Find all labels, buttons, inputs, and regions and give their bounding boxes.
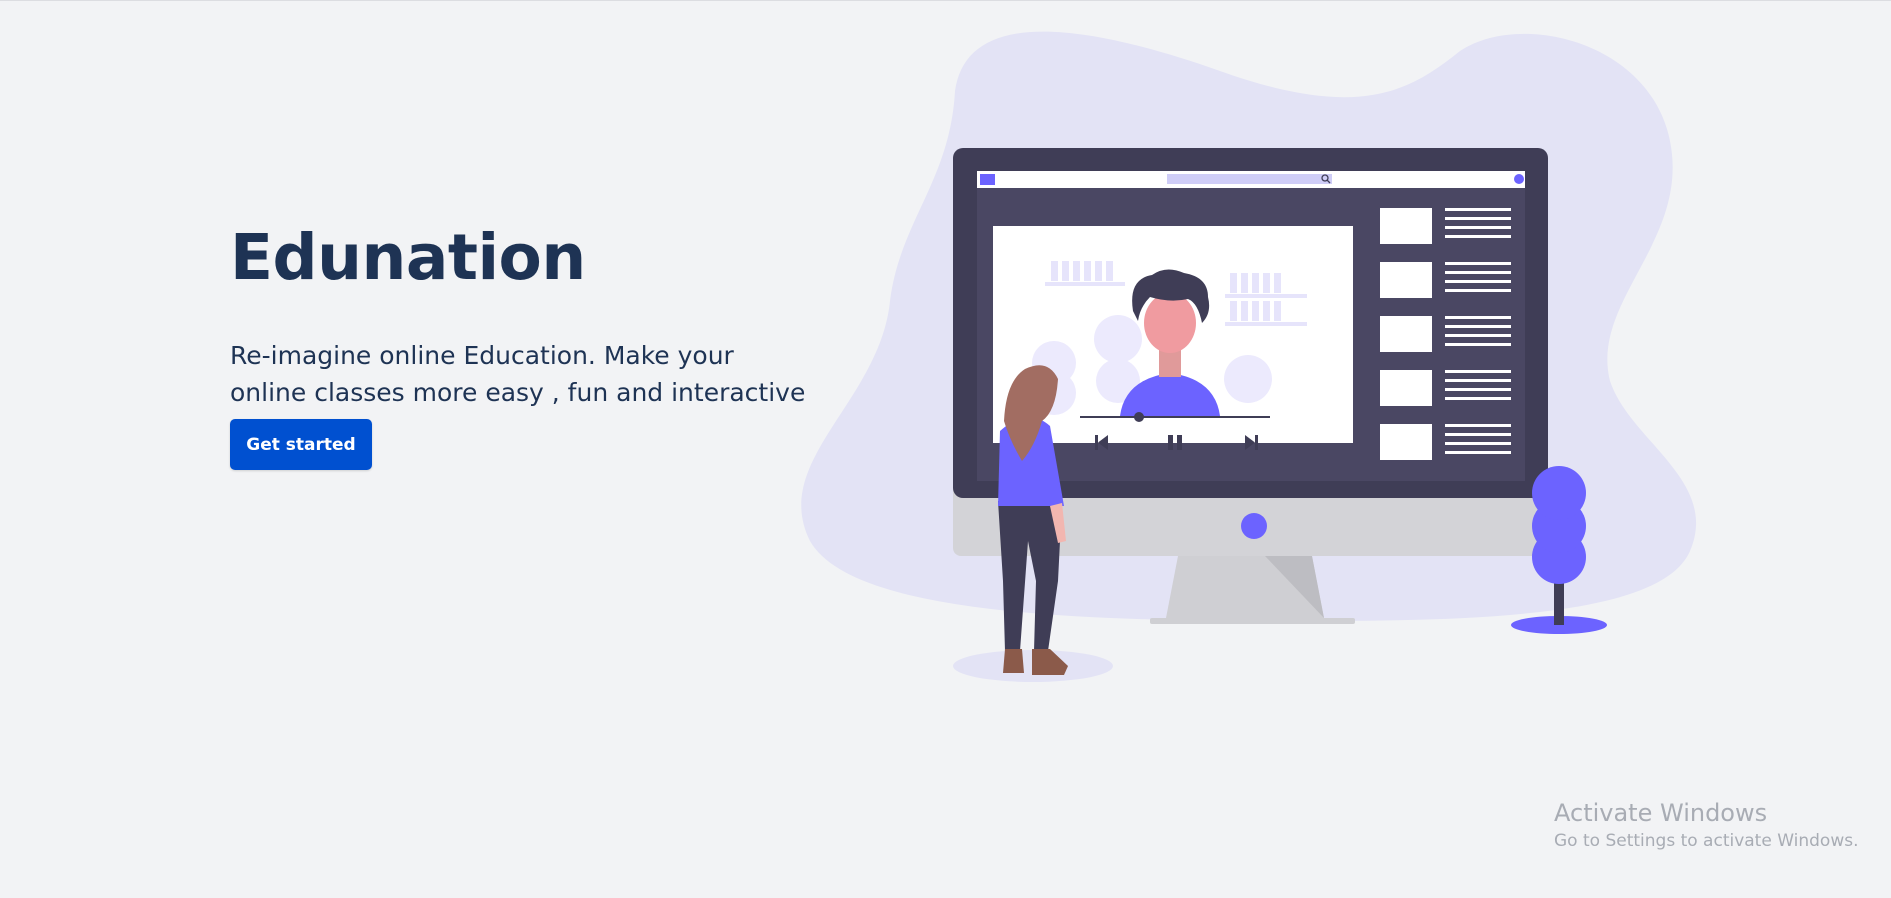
hero-illustration <box>801 31 1697 682</box>
windows-activation-watermark: Activate Windows Go to Settings to activ… <box>1554 798 1859 854</box>
get-started-button[interactable]: Get started <box>230 419 372 470</box>
browser-search-field <box>1167 174 1332 184</box>
monitor-power-icon <box>1241 513 1267 539</box>
browser-avatar <box>1514 174 1524 184</box>
watermark-title: Activate Windows <box>1554 799 1768 827</box>
page-title: Edunation <box>230 221 586 294</box>
monitor-base <box>1150 618 1355 624</box>
hero-subtitle: Re-imagine online Education. Make your o… <box>230 341 806 407</box>
browser-logo <box>980 174 995 185</box>
bookshelf-left <box>1045 261 1125 286</box>
video-progress-knob <box>1134 412 1144 422</box>
watermark-subtitle: Go to Settings to activate Windows. <box>1554 831 1859 851</box>
